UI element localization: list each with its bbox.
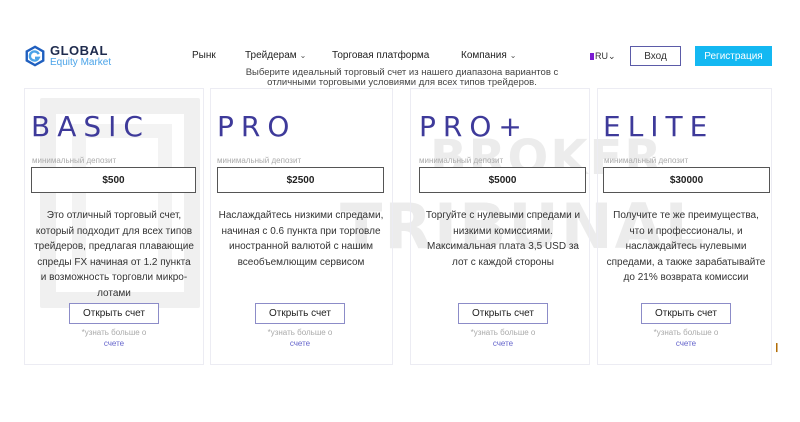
deposit-label: минимальный депозит xyxy=(217,156,302,165)
chevron-down-icon: ⌄ xyxy=(299,51,307,60)
deposit-label: минимальный депозит xyxy=(419,156,504,165)
card-description: Получите те же преимущества, что и профе… xyxy=(606,210,766,283)
logo[interactable]: GLOBAL Equity Market xyxy=(24,44,111,68)
nav-traders[interactable]: Трейдерам ⌄ xyxy=(245,50,306,61)
learn-more-link[interactable]: счете xyxy=(104,339,124,348)
deposit-amount: $2500 xyxy=(217,167,384,193)
open-account-button[interactable]: Открыть счет xyxy=(641,303,731,324)
learn-more-link[interactable]: счете xyxy=(290,339,310,348)
flag-icon xyxy=(590,53,594,61)
open-account-button[interactable]: Открыть счет xyxy=(69,303,159,324)
chevron-down-icon: ⌄ xyxy=(608,51,616,61)
open-account-button[interactable]: Открыть счет xyxy=(458,303,548,324)
card-title: PRO xyxy=(217,110,297,143)
learn-more: *узнать больше о счете xyxy=(653,328,719,348)
nav-company[interactable]: Компания ⌄ xyxy=(461,50,516,61)
learn-more: *узнать больше о счете xyxy=(81,328,147,348)
card-title: BASIC xyxy=(31,110,150,143)
deposit-amount: $30000 xyxy=(603,167,770,193)
learn-more-link[interactable]: счете xyxy=(493,339,513,348)
deposit-amount: $500 xyxy=(31,167,196,193)
open-account-button[interactable]: Открыть счет xyxy=(255,303,345,324)
deposit-label: минимальный депозит xyxy=(604,156,689,165)
deposit-label: минимальный депозит xyxy=(32,156,117,165)
logo-g-icon xyxy=(25,45,45,67)
side-widget-icon[interactable]: ❙ xyxy=(773,342,781,354)
learn-more: *узнать больше о счете xyxy=(267,328,333,348)
deposit-amount: $5000 xyxy=(419,167,586,193)
card-description: Наслаждайтесь низкими спредами, начиная … xyxy=(218,210,384,268)
card-description: Торгуйте с нулевыми спредами и низкими к… xyxy=(425,210,581,268)
nav-markets[interactable]: Рынк xyxy=(192,50,216,61)
login-button[interactable]: Вход xyxy=(630,46,681,66)
card-title: PRO+ xyxy=(419,110,529,143)
logo-subtitle: Equity Market xyxy=(50,57,112,68)
learn-more: *узнать больше о счете xyxy=(470,328,536,348)
card-description: Это отличный торговый счет, который подх… xyxy=(34,210,194,299)
logo-title: GLOBAL xyxy=(50,43,108,58)
card-title: ELITE xyxy=(603,110,715,143)
register-button[interactable]: Регистрация xyxy=(695,46,772,66)
intro-text: Выберите идеальный торговый счет из наше… xyxy=(245,67,559,88)
chevron-down-icon: ⌄ xyxy=(509,51,517,60)
learn-more-link[interactable]: счете xyxy=(676,339,696,348)
nav-trading-platform[interactable]: Торговая платформа xyxy=(332,50,429,61)
language-selector[interactable]: RU⌄ xyxy=(590,51,616,62)
